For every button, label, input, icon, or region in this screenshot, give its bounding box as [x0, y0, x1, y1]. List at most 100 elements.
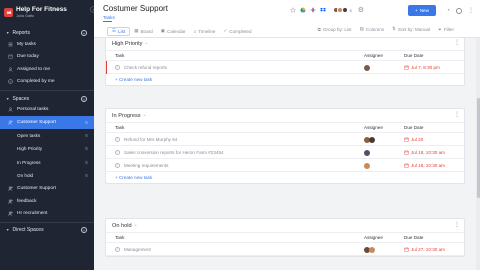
avatar [364, 149, 370, 156]
task-group: High Priority ^ ⋮ Task Assignee Due Date ✓ Chec… [105, 38, 465, 86]
view-tab-board[interactable]: ▦ Board [130, 27, 157, 36]
user-icon [8, 107, 13, 112]
table-row[interactable]: ✓ Management Jul 27, 10:30 am [106, 243, 464, 256]
assignee-avatars[interactable] [364, 64, 370, 71]
view-tab-timeline[interactable]: ≡ Timeline [190, 27, 220, 36]
due-date[interactable]: Jul 18, 10:30 am [404, 163, 445, 168]
menu-lines-icon[interactable]: ≡ [85, 173, 88, 179]
member-avatars[interactable]: 5 [332, 7, 352, 13]
add-space-icon[interactable]: + [81, 95, 87, 102]
sidebar-sublist-item[interactable]: Open tasks ≡ [0, 129, 94, 143]
view-tab-list[interactable]: ☰ List [107, 26, 131, 36]
sidebar-item-space[interactable]: Customer Support ≡ [0, 116, 94, 129]
table-row[interactable]: ✓ Sales conversion reports for Heron Farm… [106, 146, 464, 159]
due-date[interactable]: Jul 27, 10:30 am [404, 247, 445, 252]
google-drive-icon[interactable] [300, 7, 306, 13]
direct-spaces-label: Direct Spaces [12, 226, 44, 233]
profile-icon[interactable] [456, 7, 462, 14]
sidebar-item-space[interactable]: feedback [0, 195, 94, 208]
create-task-link[interactable]: + Create new task [106, 74, 464, 85]
sidebar-sublist-item[interactable]: High Priority ≡ [0, 142, 94, 156]
tab-underline [103, 20, 112, 22]
task-name[interactable]: Check refund reports [124, 65, 167, 70]
new-button[interactable]: + New [408, 5, 436, 16]
complete-checkbox-icon[interactable]: ✓ [115, 162, 120, 168]
group-header[interactable]: On hold ^ ⋮ [106, 219, 464, 232]
task-name[interactable]: Management [124, 247, 151, 252]
sidebar-sublist-item[interactable]: In Progress ≡ [0, 156, 94, 170]
sidebar-item-report[interactable]: Completed by me [0, 76, 94, 89]
column-assignee: Assignee [364, 125, 383, 130]
sidebar-item-space[interactable]: Hr recruitment [0, 208, 94, 221]
avatar [341, 7, 348, 13]
gear-icon[interactable]: ⚙ [358, 6, 364, 14]
column-due-date: Due Date [404, 235, 424, 240]
due-date[interactable]: Jul 7, 8:30 pm [404, 65, 440, 70]
scrollbar[interactable] [476, 38, 480, 270]
view-tab-calendar[interactable]: ▣ Calendar [157, 27, 190, 36]
menu-lines-icon[interactable]: ≡ [85, 133, 88, 139]
group-header[interactable]: In Progress ^ ⋮ [106, 109, 464, 122]
avatar [369, 136, 375, 143]
reports-section-header[interactable]: ▼ Reports + [0, 28, 94, 38]
direct-spaces-header[interactable]: ▼ Direct Spaces + [0, 225, 94, 235]
tab-tasks[interactable]: Tasks [103, 15, 115, 20]
complete-checkbox-icon[interactable]: ✓ [115, 136, 120, 142]
due-date[interactable]: Jul 20 [404, 137, 423, 142]
view-tab-label: Board [140, 28, 153, 34]
view-tab-completed[interactable]: ✓ Completed [220, 27, 256, 36]
tool-group[interactable]: ⧉ Group by: List [318, 27, 352, 32]
add-report-icon[interactable]: + [81, 30, 87, 36]
sidebar-item-report[interactable]: My tasks [0, 38, 94, 51]
bell-icon[interactable]: ◔ [446, 8, 450, 14]
slack-icon[interactable] [310, 7, 316, 13]
complete-checkbox-icon[interactable]: ✓ [115, 246, 120, 252]
star-icon[interactable] [290, 7, 296, 13]
complete-checkbox-icon[interactable]: ✓ [115, 149, 120, 155]
scrollbar-thumb[interactable] [476, 98, 480, 198]
spaces-section-header[interactable]: ▼ Spaces + [0, 94, 94, 104]
assignee-avatars[interactable] [364, 246, 375, 253]
tool-columns[interactable]: ▥ Columns [360, 26, 384, 32]
assignee-avatars[interactable] [364, 136, 375, 143]
group-header[interactable]: High Priority ^ ⋮ [106, 38, 464, 50]
chevron-up-icon[interactable]: ^ [145, 41, 147, 46]
menu-lines-icon[interactable]: ≡ [85, 160, 88, 166]
plus-icon: + [415, 8, 418, 13]
task-name[interactable]: Meeting requirements [124, 163, 168, 168]
more-icon[interactable]: ⋮ [468, 7, 474, 14]
tool-filter[interactable]: ⏷ Filter [438, 27, 454, 32]
assignee-avatars[interactable] [364, 149, 370, 156]
complete-checkbox-icon[interactable]: ✓ [115, 64, 120, 70]
task-name[interactable]: Refund for Mrs Murphy 64 [124, 137, 177, 142]
chevron-up-icon[interactable]: ^ [135, 223, 137, 228]
sidebar-item-label: Personal tasks [17, 107, 49, 113]
team-icon [8, 120, 13, 125]
sidebar-item-report[interactable]: Due today [0, 51, 94, 64]
menu-lines-icon[interactable]: ≡ [85, 146, 88, 152]
filter-icon: ⏷ [438, 26, 442, 32]
sidebar-item-space[interactable]: Customer Support [0, 183, 94, 196]
view-tab-label: Calendar [167, 28, 186, 34]
more-icon[interactable]: ⋮ [454, 39, 460, 46]
menu-lines-icon[interactable]: ≡ [85, 120, 88, 126]
chevron-up-icon[interactable]: ^ [144, 113, 146, 118]
sidebar-item-report[interactable]: Assigned to me [0, 63, 94, 76]
task-name[interactable]: Sales conversion reports for Heron Farm … [124, 150, 224, 155]
more-icon[interactable]: ⋮ [454, 221, 460, 228]
due-date[interactable]: Jul 18, 10:30 am [404, 150, 445, 155]
chevron-down-icon: ▼ [6, 227, 10, 232]
column-headers: Task Assignee Due Date [106, 50, 464, 61]
dropbox-icon[interactable] [320, 7, 326, 13]
table-row[interactable]: ✓ Refund for Mrs Murphy 64 Jul 20 [106, 133, 464, 146]
assignee-avatars[interactable] [364, 162, 370, 169]
sidebar-sublist-item[interactable]: On hold ≡ [0, 169, 94, 183]
sidebar-item-space[interactable]: Personal tasks [0, 104, 94, 117]
column-due-date: Due Date [404, 53, 424, 58]
table-row[interactable]: ✓ Check refund reports Jul 7, 8:30 pm [106, 61, 464, 74]
table-row[interactable]: ✓ Meeting requirements Jul 18, 10:30 am [106, 159, 464, 172]
tool-sort[interactable]: ⇅ Sort by: Manual [392, 26, 430, 32]
create-task-link[interactable]: + Create new task [106, 172, 464, 183]
add-direct-space-icon[interactable]: + [81, 226, 87, 233]
more-icon[interactable]: ⋮ [454, 111, 460, 118]
